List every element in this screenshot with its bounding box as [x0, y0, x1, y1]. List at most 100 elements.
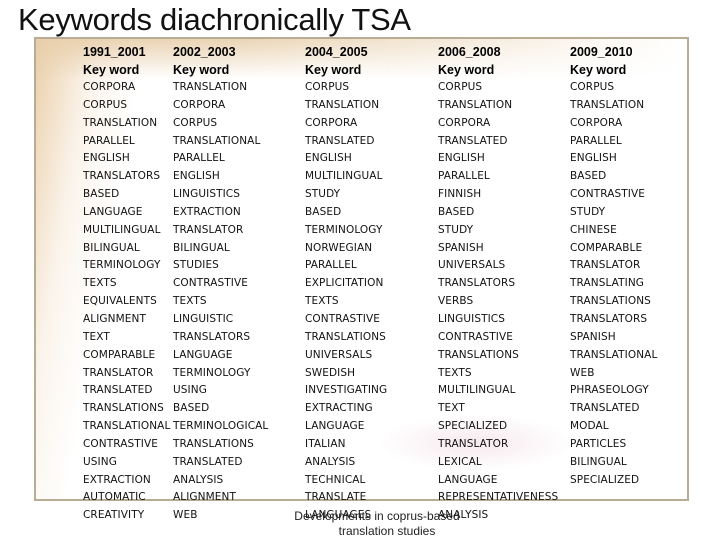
- keyword-cell: PARTICLES: [570, 437, 627, 450]
- keyword-cell: ALIGNMENT: [83, 312, 146, 325]
- keyword-cell: LINGUISTICS: [438, 312, 505, 325]
- footer-line-2: translation studies: [338, 524, 436, 538]
- keyword-cell: ENGLISH: [438, 152, 485, 165]
- column-period-header: 2009_2010: [570, 45, 633, 59]
- keyword-cell: BILINGUAL: [83, 241, 140, 254]
- keyword-cell: TRANSLATED: [570, 402, 640, 415]
- column-keyword-header: Key word: [305, 63, 362, 77]
- keyword-list: CORPUS TRANSLATION CORPORA PARALLEL ENGLISH B…: [570, 79, 657, 489]
- keyword-cell: SWEDISH: [305, 366, 356, 379]
- keyword-cell: EXPLICITATION: [305, 277, 384, 290]
- keyword-cell: EXTRACTION: [173, 205, 241, 218]
- keyword-cell: AUTOMATIC: [83, 491, 146, 504]
- column-keyword-header: Key word: [83, 63, 140, 77]
- keyword-cell: CORPUS: [438, 81, 483, 93]
- keyword-cell: TRANSLATORS: [83, 170, 161, 183]
- keyword-cell: NORWEGIAN: [305, 241, 373, 254]
- keyword-cell: TECHNICAL: [305, 473, 366, 486]
- keyword-cell: VERBS: [438, 295, 474, 308]
- keyword-cell: FINNISH: [438, 188, 482, 201]
- keyword-cell: CONTRASTIVE: [305, 312, 381, 325]
- keyword-cell: USING: [173, 384, 207, 397]
- keyword-cell: TRANSLATOR: [570, 259, 641, 272]
- keyword-cell: CORPORA: [173, 98, 226, 111]
- keyword-list: TRANSLATION CORPORA CORPUS TRANSLATIONAL PAR…: [173, 79, 268, 525]
- keyword-cell: TERMINOLOGY: [305, 223, 383, 236]
- keyword-cell: PARALLEL: [570, 134, 622, 147]
- keyword-cell: TERMINOLOGICAL: [173, 420, 269, 433]
- keyword-cell: TRANSLATOR: [173, 223, 244, 236]
- keyword-cell: BASED: [438, 205, 475, 218]
- column-2006-2008: 2006_2008 Key word CORPUS TRANSLATION CORP…: [438, 43, 558, 525]
- keyword-cell: MULTILINGUAL: [83, 223, 161, 236]
- keyword-cell: REPRESENTATIVENESS: [438, 491, 559, 504]
- keyword-cell: TRANSLATION: [570, 98, 645, 111]
- keyword-cell: STUDY: [305, 188, 341, 201]
- keyword-cell: TERMINOLOGY: [83, 259, 161, 272]
- keyword-cell: TRANSLATIONS: [305, 330, 386, 343]
- keyword-cell: BASED: [305, 205, 342, 218]
- keyword-cell: TRANSLATED: [305, 134, 375, 147]
- keyword-cell: STUDY: [438, 223, 474, 236]
- keyword-cell: TEXTS: [438, 366, 472, 379]
- slide-title: Keywords diachronically TSA: [18, 2, 411, 37]
- keyword-cell: USING: [83, 455, 117, 468]
- keyword-cell: TRANSLATION: [83, 116, 158, 129]
- keyword-cell: SPANISH: [438, 241, 484, 254]
- keyword-cell: TRANSLATED: [83, 384, 153, 397]
- keyword-cell: BASED: [173, 402, 210, 415]
- keyword-cell: COMPARABLE: [83, 348, 156, 361]
- keyword-cell: TRANSLATIONS: [173, 437, 254, 450]
- column-2009-2010: 2009_2010 Key word CORPUS TRANSLATION CORP…: [570, 43, 657, 489]
- keyword-cell: SPECIALIZED: [570, 473, 640, 486]
- keyword-cell: PARALLEL: [305, 259, 357, 272]
- keyword-cell: CONTRASTIVE: [173, 277, 249, 290]
- keyword-cell: TRANSLATOR: [438, 437, 509, 450]
- keyword-cell: CORPORA: [438, 116, 491, 129]
- keyword-cell: ENGLISH: [173, 170, 220, 183]
- keyword-cell: BASED: [570, 170, 607, 183]
- keyword-cell: CORPORA: [83, 81, 136, 93]
- keyword-cell: LEXICAL: [438, 455, 482, 468]
- keyword-cell: CORPUS: [173, 116, 218, 129]
- keyword-cell: TRANSLATED: [438, 134, 508, 147]
- keyword-cell: ANALYSIS: [173, 473, 224, 486]
- keyword-cell: WEB: [173, 509, 198, 522]
- keyword-cell: BASED: [83, 188, 120, 201]
- keyword-cell: ENGLISH: [570, 152, 617, 165]
- keyword-cell: TRANSLATIONS: [438, 348, 519, 361]
- keyword-cell: TERMINOLOGY: [173, 366, 251, 379]
- keyword-cell: CREATIVITY: [83, 509, 145, 522]
- keyword-cell: CONTRASTIVE: [438, 330, 514, 343]
- keyword-cell: TRANSLATING: [570, 277, 645, 290]
- keyword-cell: COMPARABLE: [570, 241, 643, 254]
- keyword-cell: TEXTS: [83, 277, 117, 290]
- keyword-cell: SPECIALIZED: [438, 420, 508, 433]
- keyword-cell: TRANSLATORS: [173, 330, 251, 343]
- slide-footer: Developments in coprus-based translation…: [294, 509, 462, 539]
- keyword-cell: TRANSLATION: [173, 81, 248, 93]
- column-2002-2003: 2002_2003 Key word TRANSLATION CORPORA COR…: [173, 43, 268, 525]
- keyword-list: CORPORA CORPUS TRANSLATION PARALLEL ENGLISH T…: [83, 79, 170, 525]
- column-keyword-header: Key word: [173, 63, 230, 77]
- keyword-cell: TEXTS: [305, 295, 339, 308]
- keyword-cell: ALIGNMENT: [173, 491, 236, 504]
- keyword-cell: PARALLEL: [83, 134, 135, 147]
- keyword-cell: MULTILINGUAL: [305, 170, 383, 183]
- keyword-cell: ANALYSIS: [305, 455, 356, 468]
- column-keyword-header: Key word: [570, 63, 627, 77]
- column-period-header: 2006_2008: [438, 45, 501, 59]
- keyword-cell: TRANSLATIONS: [83, 402, 164, 415]
- keyword-cell: LANGUAGE: [173, 348, 233, 361]
- keyword-cell: UNIVERSALS: [305, 348, 373, 361]
- keyword-cell: PARALLEL: [438, 170, 490, 183]
- keyword-list: CORPUS TRANSLATION CORPORA TRANSLATED ENGLIS…: [438, 79, 558, 525]
- column-period-header: 1991_2001: [83, 45, 146, 59]
- keyword-cell: BILINGUAL: [570, 455, 627, 468]
- keyword-cell: TRANSLATION: [305, 98, 380, 111]
- keyword-cell: TRANSLATORS: [438, 277, 516, 290]
- keyword-cell: MULTILINGUAL: [438, 384, 516, 397]
- keyword-cell: SPANISH: [570, 330, 616, 343]
- keyword-cell: ENGLISH: [305, 152, 352, 165]
- keyword-cell: ENGLISH: [83, 152, 130, 165]
